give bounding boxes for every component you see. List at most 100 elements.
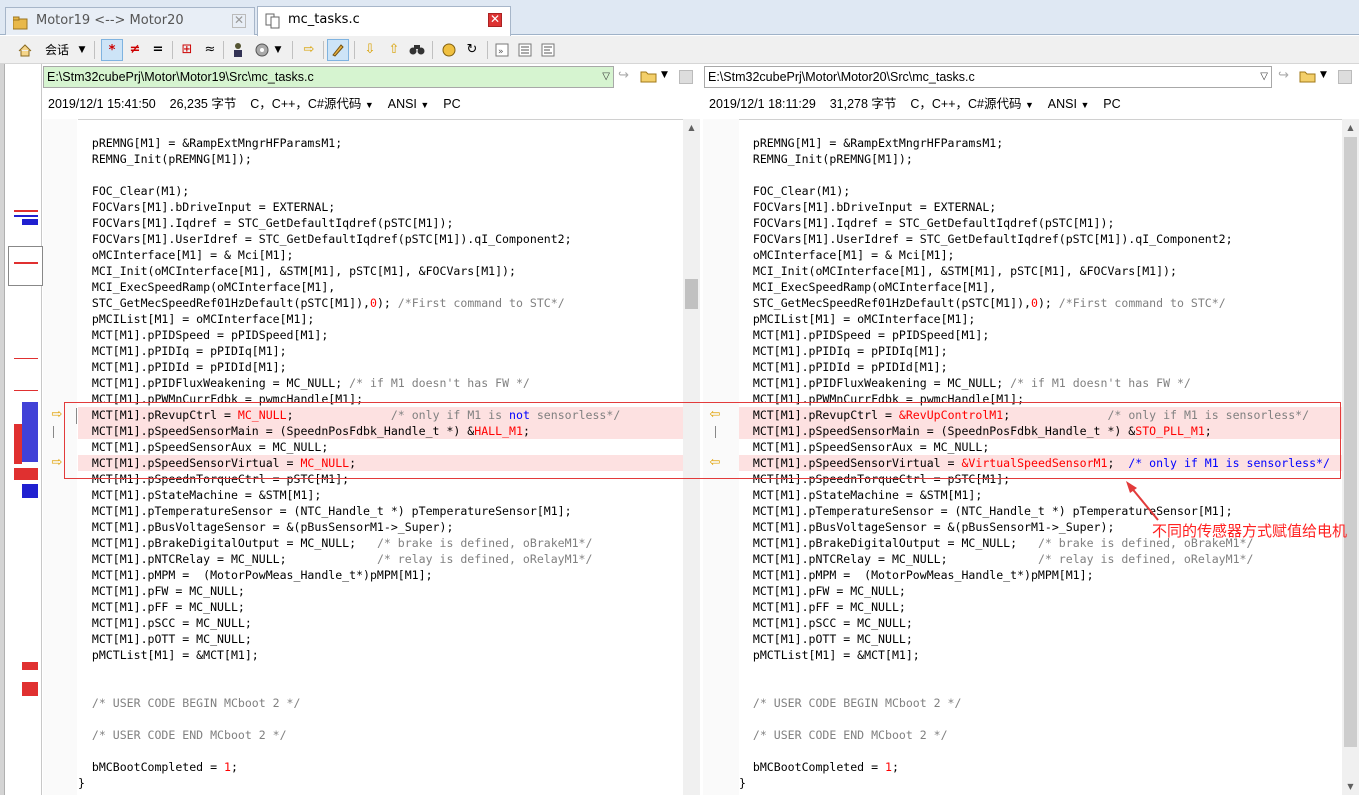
code-line[interactable]: oMCInterface[M1] = & Mci[M1]; [739,247,1342,263]
code-line[interactable] [78,743,683,759]
diff-overview-map[interactable] [6,64,43,795]
file-encoding[interactable]: ANSI [388,97,417,111]
code-line[interactable]: MCI_ExecSpeedRamp(oMCInterface[M1], [739,279,1342,295]
session-menu-button[interactable]: 会话 [40,39,74,61]
code-line[interactable]: MCT[M1].pMPM = (MotorPowMeas_Handle_t*)p… [739,567,1342,583]
code-line[interactable]: MCI_Init(oMCInterface[M1], &STM[M1], pST… [78,263,683,279]
code-line[interactable]: MCT[M1].pFF = MC_NULL; [78,599,683,615]
code-line[interactable] [78,663,683,679]
code-line[interactable]: MCT[M1].pBusVoltageSensor = &(pBusSensor… [78,519,683,535]
arrow-right-icon[interactable]: ⇨ [298,39,320,61]
show-differences-icon[interactable]: ≠ [124,39,146,61]
code-line[interactable]: pMCIList[M1] = oMCInterface[M1]; [739,311,1342,327]
code-line[interactable]: MCT[M1].pNTCRelay = MC_NULL; /* relay is… [739,551,1342,567]
code-line[interactable]: MCT[M1].pStateMachine = &STM[M1]; [739,487,1342,503]
code-line[interactable]: REMNG_Init(pREMNG[M1]); [739,151,1342,167]
code-line[interactable]: FOCVars[M1].UserIdref = STC_GetDefaultIq… [78,231,683,247]
code-line[interactable] [78,120,683,135]
swap-arrow-icon[interactable]: ↪ [618,68,634,86]
code-line[interactable]: MCT[M1].pFW = MC_NULL; [78,583,683,599]
code-line[interactable]: MCI_ExecSpeedRamp(oMCInterface[M1], [78,279,683,295]
code-line[interactable]: MCT[M1].pOTT = MC_NULL; [739,631,1342,647]
chevron-down-icon[interactable]: ▼ [76,39,88,61]
list-view-icon[interactable] [514,39,536,61]
find-icon[interactable] [406,39,428,61]
code-line[interactable]: MCT[M1].pPIDFluxWeakening = MC_NULL; /* … [739,375,1342,391]
code-line[interactable]: FOCVars[M1].Iqdref = STC_GetDefaultIqdre… [78,215,683,231]
chevron-down-icon[interactable]: ▼ [1025,100,1034,110]
code-line[interactable]: MCT[M1].pPIDId = pPIDId[M1]; [739,359,1342,375]
code-line[interactable] [739,120,1342,135]
code-line[interactable]: STC_GetMecSpeedRef01HzDefault(pSTC[M1]),… [739,295,1342,311]
right-path-field[interactable]: E:\Stm32cubePrj\Motor\Motor20\Src\mc_tas… [704,66,1272,88]
code-line[interactable]: } [739,775,1342,791]
diff-arrow-right-icon[interactable]: ⇨ [49,408,65,421]
code-line[interactable] [739,711,1342,727]
code-line[interactable]: MCT[M1].pBrakeDigitalOutput = MC_NULL; /… [78,535,683,551]
save-icon[interactable] [1338,70,1352,84]
diff-arrow-right-icon[interactable]: ⇨ [49,456,65,469]
tab-file-compare[interactable]: mc_tasks.c ✕ [257,6,511,36]
code-line[interactable]: MCT[M1].pPIDFluxWeakening = MC_NULL; /* … [78,375,683,391]
chevron-down-icon[interactable]: ▽ [1260,67,1268,87]
code-line[interactable] [78,167,683,183]
code-line[interactable] [78,679,683,695]
home-icon[interactable] [14,39,36,61]
code-line[interactable]: MCT[M1].pNTCRelay = MC_NULL; /* relay is… [78,551,683,567]
rules-icon[interactable] [227,39,249,61]
code-line[interactable]: FOC_Clear(M1); [78,183,683,199]
file-format[interactable]: C，C++，C#源代码 [250,97,361,111]
code-line[interactable]: MCI_Init(oMCInterface[M1], &STM[M1], pST… [739,263,1342,279]
code-line[interactable]: /* USER CODE END MCboot 2 */ [739,727,1342,743]
right-scroll-thumb[interactable] [1344,137,1357,747]
refresh-icon[interactable]: ↻ [461,39,483,61]
code-line[interactable]: FOCVars[M1].Iqdref = STC_GetDefaultIqdre… [739,215,1342,231]
format-icon[interactable] [251,39,273,61]
scroll-up-icon[interactable]: ▲ [1342,119,1359,136]
left-scroll-thumb[interactable] [685,279,698,309]
code-line[interactable] [739,167,1342,183]
chevron-down-icon[interactable]: ▼ [661,70,668,80]
code-line[interactable]: MCT[M1].pTemperatureSensor = (NTC_Handle… [739,503,1342,519]
swap-sides-icon[interactable] [438,39,460,61]
chevron-down-icon[interactable]: ▼ [365,100,374,110]
open-folder-icon[interactable] [640,68,658,86]
file-format[interactable]: C，C++，C#源代码 [910,97,1021,111]
next-diff-icon[interactable]: ⇩ [359,39,381,61]
text-view-icon[interactable] [537,39,559,61]
code-line[interactable]: FOC_Clear(M1); [739,183,1342,199]
code-line[interactable]: pMCTList[M1] = &MCT[M1]; [78,647,683,663]
code-line[interactable]: STC_GetMecSpeedRef01HzDefault(pSTC[M1]),… [78,295,683,311]
tab-folder-compare[interactable]: Motor19 <--> Motor20 ✕ [5,7,255,35]
code-line[interactable]: MCT[M1].pPIDSpeed = pPIDSpeed[M1]; [739,327,1342,343]
code-line[interactable]: MCT[M1].pPIDIq = pPIDIq[M1]; [739,343,1342,359]
file-line-ending[interactable]: PC [1103,97,1120,111]
code-line[interactable]: /* USER CODE BEGIN MCboot 2 */ [739,695,1342,711]
code-line[interactable]: MCT[M1].pSCC = MC_NULL; [78,615,683,631]
chevron-down-icon[interactable]: ▼ [420,100,429,110]
code-line[interactable]: pREMNG[M1] = &RampExtMngrHFParamsM1; [78,135,683,151]
code-line[interactable]: MCT[M1].pFF = MC_NULL; [739,599,1342,615]
chevron-down-icon[interactable]: ▼ [1320,70,1327,80]
show-same-icon[interactable]: = [147,39,169,61]
close-icon[interactable]: ✕ [232,14,246,28]
open-folder-icon[interactable] [1299,68,1317,86]
code-line[interactable]: REMNG_Init(pREMNG[M1]); [78,151,683,167]
code-line[interactable]: pMCTList[M1] = &MCT[M1]; [739,647,1342,663]
code-line[interactable]: MCT[M1].pPIDIq = pPIDIq[M1]; [78,343,683,359]
code-line[interactable]: MCT[M1].pSCC = MC_NULL; [739,615,1342,631]
code-line[interactable]: MCT[M1].pMPM = (MotorPowMeas_Handle_t*)p… [78,567,683,583]
expand-icon[interactable]: » [491,39,513,61]
code-line[interactable]: pREMNG[M1] = &RampExtMngrHFParamsM1; [739,135,1342,151]
chevron-down-icon[interactable]: ▼ [1080,100,1089,110]
save-icon[interactable] [679,70,693,84]
code-line[interactable] [78,711,683,727]
code-line[interactable]: FOCVars[M1].UserIdref = STC_GetDefaultIq… [739,231,1342,247]
code-line[interactable] [739,743,1342,759]
chevron-down-icon[interactable]: ▽ [602,67,610,87]
scroll-up-icon[interactable]: ▲ [683,119,700,136]
ignore-unimportant-icon[interactable]: ≈ [199,39,221,61]
code-line[interactable]: FOCVars[M1].bDriveInput = EXTERNAL; [739,199,1342,215]
overview-viewport[interactable] [8,246,43,286]
prev-diff-icon[interactable]: ⇧ [383,39,405,61]
